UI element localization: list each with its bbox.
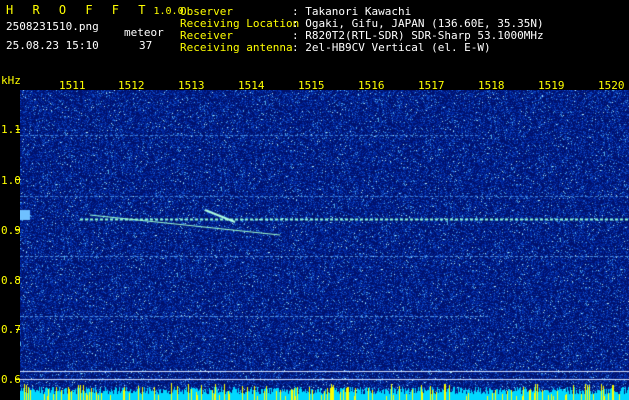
spectrogram-canvas xyxy=(20,90,629,400)
info-label-antenna: Receiving antenna xyxy=(180,41,293,54)
meteor-label: meteor xyxy=(124,26,164,39)
datetime: 25.08.23 15:10 xyxy=(6,39,99,52)
info-value-antenna: : 2el-HB9CV Vertical (el. E-W) xyxy=(292,41,491,54)
meteor-count: 37 xyxy=(139,39,153,52)
y-tick-1-0: 1.0 xyxy=(1,174,21,187)
header-panel: H R O F F T 1.0.0 2508231510.png 25.08.23… xyxy=(0,0,629,75)
y-tick-0-9: 0.9 xyxy=(1,224,21,237)
spectrogram xyxy=(20,90,629,400)
y-unit-label: kHz xyxy=(1,74,21,87)
filename: 2508231510.png xyxy=(6,20,99,33)
app-brand: H R O F F T 1.0.0 xyxy=(6,4,184,18)
y-tick-0-8: 0.8 xyxy=(1,274,21,287)
brand-text: H R O F F T xyxy=(6,3,152,17)
